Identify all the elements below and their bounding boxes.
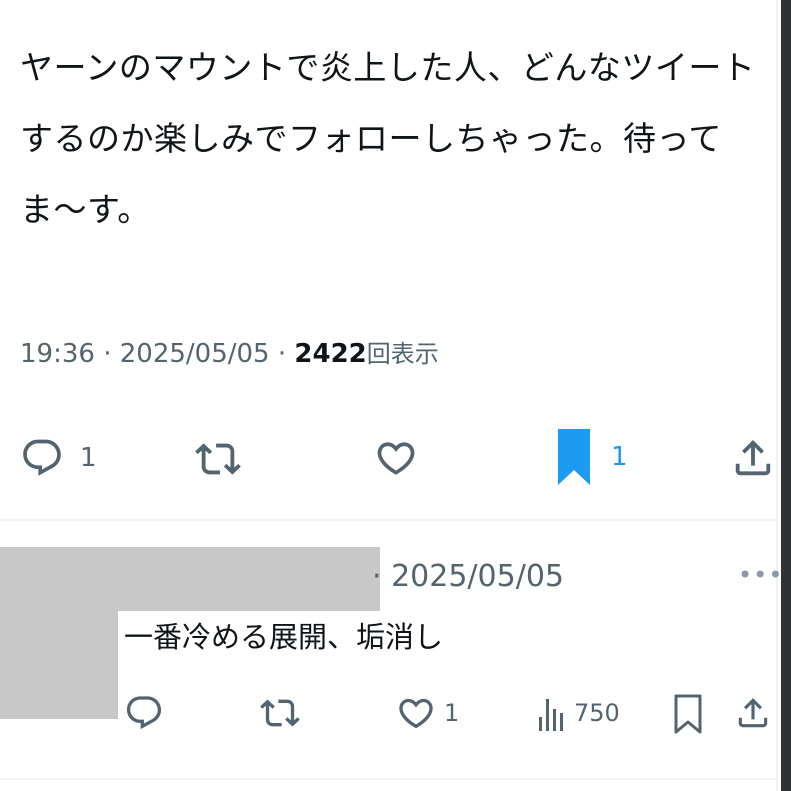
reply-button[interactable]: 1	[20, 436, 97, 480]
views-icon	[539, 699, 563, 731]
views-label: 回表示	[366, 340, 439, 368]
reply-reply-button[interactable]	[124, 693, 172, 733]
bookmark-button[interactable]: 1	[555, 426, 628, 488]
reply-views-button[interactable]: 750	[536, 693, 620, 733]
date-separator: ·	[372, 559, 392, 594]
reply-like-button[interactable]: 1	[396, 693, 459, 733]
views-count: 2422	[294, 339, 367, 369]
retweet-button[interactable]	[195, 436, 257, 482]
reply-count: 1	[80, 443, 97, 473]
retweet-icon	[195, 443, 241, 475]
reply-like-count: 1	[444, 699, 460, 727]
reply-tweet[interactable]: · 2025/05/05 ••• 一番冷める展開、垢消し 1 750	[0, 521, 782, 778]
scrollbar[interactable]	[781, 0, 791, 791]
reply-views-count: 750	[574, 699, 620, 727]
reply-icon	[23, 439, 61, 476]
timeline-right-border	[776, 0, 778, 791]
reply-text: 一番冷める展開、垢消し	[124, 620, 444, 654]
reply-date-value: 2025/05/05	[391, 559, 564, 594]
reply-date[interactable]: · 2025/05/05	[372, 557, 564, 597]
redacted-avatar	[0, 547, 118, 719]
like-button[interactable]	[374, 436, 434, 480]
share-icon	[738, 698, 768, 728]
tweet-meta: 19:36 · 2025/05/05 · 2422回表示	[20, 332, 439, 376]
bookmark-count: 1	[611, 442, 628, 472]
like-icon	[377, 442, 415, 475]
main-tweet: ヤーンのマウントで炎上した人、どんなツイートするのか楽しみでフォローしちゃった。…	[0, 0, 776, 519]
reply-share-button[interactable]	[734, 693, 772, 733]
share-button[interactable]	[730, 433, 776, 483]
tweet-time[interactable]: 19:36	[20, 339, 95, 369]
tweet-date[interactable]: 2025/05/05	[120, 339, 270, 369]
meta-separator: ·	[94, 339, 120, 369]
bookmark-icon	[674, 694, 702, 734]
tweet-text: ヤーンのマウントで炎上した人、どんなツイートするのか楽しみでフォローしちゃった。…	[20, 48, 756, 229]
more-icon[interactable]: •••	[738, 561, 783, 589]
reply-divider	[0, 778, 776, 780]
retweet-icon	[260, 699, 300, 727]
reply-icon	[126, 696, 162, 730]
bookmark-icon	[558, 429, 590, 485]
share-icon	[735, 439, 771, 476]
reply-bookmark-button[interactable]	[672, 693, 704, 735]
meta-separator: ·	[269, 339, 295, 369]
redacted-username	[118, 547, 380, 611]
like-icon	[399, 698, 433, 729]
reply-retweet-button[interactable]	[260, 693, 308, 733]
